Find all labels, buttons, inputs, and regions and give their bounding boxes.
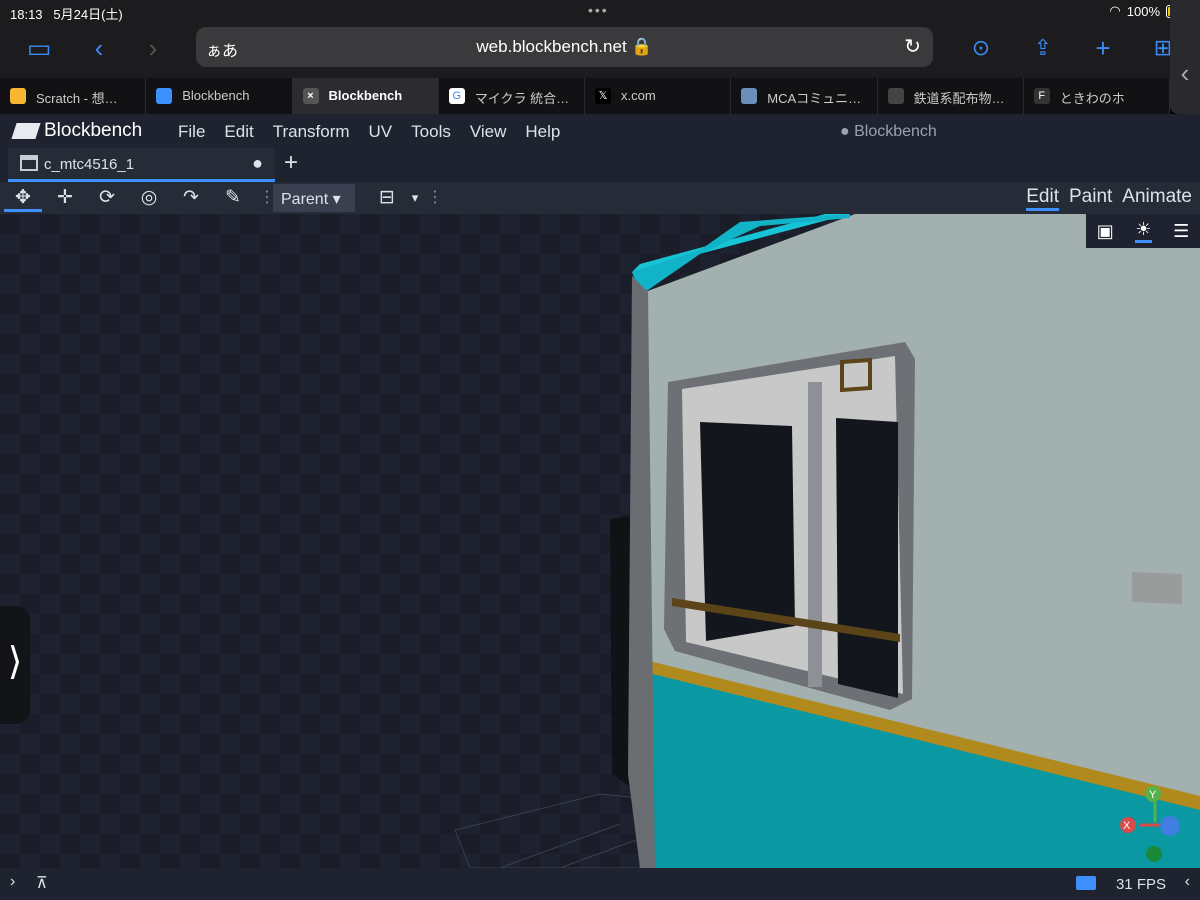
tool-bar: ✥ ✛ ⟳ ◎ ↷ ✎ ⋮ Parent ▾ ⊟ ▾ ⋮ Edit Paint An…	[0, 182, 1200, 214]
browser-tab-label: 鉄道系配布物…	[913, 91, 1005, 106]
mode-paint[interactable]: Paint	[1069, 186, 1112, 211]
menu-list: File Edit Transform UV Tools View Help	[178, 122, 579, 142]
device-status-bar: 18:13 5月24日(土) ••• ◠ 100%	[0, 0, 1200, 24]
mode-selector: Edit Paint Animate	[1026, 186, 1192, 211]
viewport-menu-icon[interactable]: ☰	[1173, 221, 1189, 242]
browser-tab-label: ときわのホ	[1059, 91, 1125, 106]
reload-icon[interactable]: ↻	[904, 34, 921, 59]
fps-counter: 31 FPS	[1115, 876, 1166, 893]
mode-edit[interactable]: Edit	[1026, 186, 1059, 211]
brush-tool-icon[interactable]: ✎	[214, 184, 252, 212]
expand-left-icon[interactable]: ›	[10, 873, 15, 891]
lighting-icon[interactable]: ☀	[1135, 219, 1152, 243]
battery-percent: 100%	[1126, 3, 1160, 19]
project-name: c_mtc4516_1	[44, 156, 135, 173]
move-tool-icon[interactable]: ✥	[4, 184, 42, 212]
browser-tab[interactable]: Scratch - 想…	[0, 78, 147, 114]
gizmo-x-label: X	[1123, 820, 1131, 832]
menu-file[interactable]: File	[178, 122, 205, 142]
menu-edit[interactable]: Edit	[224, 122, 253, 142]
browser-tab-label: x.com	[621, 88, 656, 103]
clock: 18:13 5月24日(土)	[10, 7, 123, 22]
background-image-icon[interactable]: ▣	[1097, 221, 1114, 242]
browser-tab[interactable]: Blockbench	[146, 78, 293, 114]
multitask-dots[interactable]: •••	[588, 2, 609, 18]
url-text: web.blockbench.net 🔒	[476, 37, 653, 56]
safari-toolbar: ▭ ‹ › ぁあ web.blockbench.net 🔒 ↻ ⊙ ⇪ + ⊞	[0, 24, 1200, 78]
scratch-icon	[10, 88, 26, 104]
pivot-mode-select[interactable]: Parent ▾	[273, 184, 355, 212]
share-icon[interactable]: ⇪	[1026, 34, 1060, 64]
3d-viewport[interactable]: Y X ▣ ☀ ☰ ⟩	[0, 214, 1200, 868]
browser-tab[interactable]: × Blockbench	[292, 78, 439, 114]
project-icon	[20, 155, 38, 171]
menu-help[interactable]: Help	[525, 122, 560, 142]
download-icon[interactable]: ⊙	[964, 34, 998, 64]
pivot-tool-icon[interactable]: ◎	[130, 184, 168, 212]
screen: 18:13 5月24日(土) ••• ◠ 100% ▭ ‹ › ぁあ web.b…	[0, 0, 1200, 900]
project-status-icon: ⊼	[36, 875, 48, 892]
floor-grid-lines	[499, 823, 637, 868]
window-title: ● Blockbench	[840, 123, 937, 140]
viewport-controls: ▣ ☀ ☰	[1086, 214, 1200, 248]
browser-tab[interactable]: MCAコミュニ…	[731, 78, 878, 114]
sidebar-icon[interactable]: ▭	[22, 34, 56, 64]
mca-icon	[741, 88, 758, 104]
gizmo-z-axis	[1160, 816, 1180, 836]
menu-uv[interactable]: UV	[369, 122, 393, 142]
car-plate	[1132, 572, 1182, 604]
gizmo-neg-y	[1146, 846, 1162, 862]
left-panel-toggle[interactable]: ⟩	[0, 606, 30, 724]
browser-tab-label: Scratch - 想…	[36, 91, 118, 106]
project-tab[interactable]: c_mtc4516_1 ●	[8, 148, 275, 182]
browser-tab-label: Blockbench	[328, 88, 403, 103]
floor-grid	[454, 793, 641, 868]
keyboard-icon[interactable]	[1076, 876, 1096, 890]
unsaved-dot-icon[interactable]: ●	[252, 153, 263, 174]
f-icon: F	[1033, 88, 1050, 104]
window-pane-right	[836, 418, 898, 698]
status-bar: › ⊼ 31 FPS ‹	[0, 868, 1200, 900]
browser-tab[interactable]: G マイクラ 統合…	[439, 78, 585, 114]
mode-animate[interactable]: Animate	[1122, 186, 1192, 211]
blockbench-logo-icon	[11, 123, 41, 139]
resize-tool-icon[interactable]: ✛	[46, 184, 84, 212]
tab-scroll-chevron[interactable]: ‹	[1170, 0, 1200, 114]
address-bar[interactable]: ぁあ web.blockbench.net 🔒 ↻	[196, 27, 933, 67]
menu-view[interactable]: View	[470, 122, 507, 142]
browser-tab-label: マイクラ 統合…	[474, 91, 570, 106]
back-icon[interactable]: ‹	[82, 34, 116, 64]
more-options-icon[interactable]: ⋮	[427, 187, 443, 207]
new-tab-icon[interactable]: +	[1086, 34, 1120, 64]
blockbench-logo: Blockbench	[11, 120, 142, 142]
blockbench-menubar: Blockbench File Edit Transform UV Tools View H…	[0, 114, 1200, 148]
vertex-snap-icon[interactable]: ↷	[172, 184, 210, 212]
google-icon: G	[448, 88, 465, 104]
browser-tab[interactable]: 鉄道系配布物…	[878, 78, 1024, 114]
browser-tab-label: Blockbench	[182, 88, 250, 103]
safari-tab-bar: Scratch - 想… Blockbench × Blockbench G マイクラ 統…	[0, 78, 1170, 114]
window-divider	[808, 382, 822, 687]
rail-icon	[887, 88, 904, 104]
menu-transform[interactable]: Transform	[273, 122, 350, 142]
browser-tab[interactable]: 𝕏x.com	[585, 78, 732, 114]
browser-tab-label: MCAコミュニ…	[767, 91, 862, 106]
forward-icon[interactable]: ›	[136, 34, 170, 64]
model-render: Y X	[454, 214, 1200, 868]
x-icon: 𝕏	[595, 88, 611, 104]
add-project-button[interactable]: +	[284, 149, 298, 177]
gizmo-y-label: Y	[1149, 789, 1157, 801]
menu-tools[interactable]: Tools	[411, 122, 451, 142]
wifi-icon: ◠	[1109, 3, 1121, 18]
browser-tab[interactable]: F ときわのホ	[1024, 78, 1170, 114]
project-tab-bar: c_mtc4516_1 ● +	[0, 148, 1200, 182]
blockbench-icon	[156, 88, 173, 104]
collapse-right-icon[interactable]: ‹	[1185, 873, 1190, 891]
rotate-tool-icon[interactable]: ⟳	[88, 184, 126, 212]
close-icon[interactable]: ×	[302, 88, 319, 104]
